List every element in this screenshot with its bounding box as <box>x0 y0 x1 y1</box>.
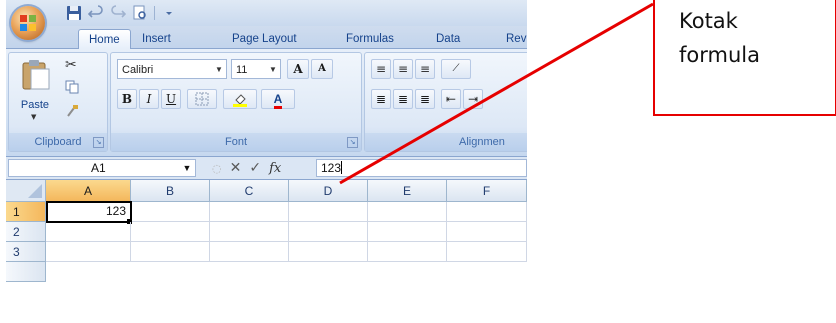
office-button[interactable] <box>11 6 45 40</box>
annotation-arrow <box>339 2 654 185</box>
office-logo-icon <box>20 15 36 31</box>
